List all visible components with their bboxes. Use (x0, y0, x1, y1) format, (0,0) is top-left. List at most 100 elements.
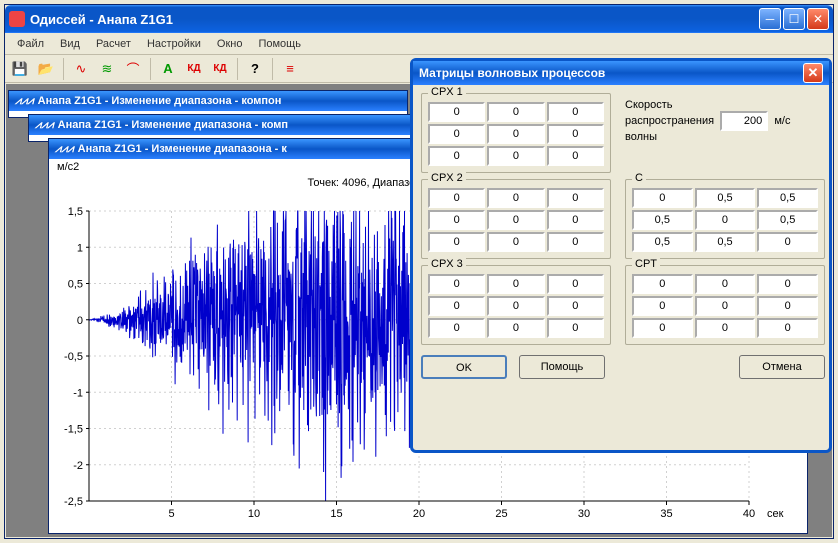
matrix-cell[interactable]: 0 (632, 318, 693, 338)
matrix-cell[interactable]: 0 (632, 296, 693, 316)
x-unit-label: сек (767, 508, 784, 520)
child-title-1[interactable]: ⩘⩘⩘ Анапа Z1G1 - Изменение диапазона - к… (9, 91, 407, 111)
curve-icon[interactable]: ⌒ (122, 58, 144, 80)
c-label: C (632, 172, 646, 184)
matrix-cell[interactable]: 0,5 (632, 210, 693, 230)
matrix-cpx2: CPX 2 000000000 (421, 179, 611, 259)
help-icon[interactable]: ? (244, 58, 266, 80)
dialog-close-button[interactable]: ✕ (803, 63, 823, 83)
matrix-cell[interactable]: 0 (428, 296, 485, 316)
cpx3-label: CPX 3 (428, 258, 466, 270)
matrix-cell[interactable]: 0 (428, 146, 485, 166)
matrix-cell[interactable]: 0 (547, 318, 604, 338)
menu-help[interactable]: Помощь (250, 36, 309, 52)
matrix-cell[interactable]: 0,5 (757, 188, 818, 208)
matrix-cell[interactable]: 0 (428, 188, 485, 208)
wave2-icon[interactable]: ≋ (96, 58, 118, 80)
matrix-cell[interactable]: 0,5 (695, 232, 756, 252)
titlebar[interactable]: Одиссей - Анапа Z1G1 ─ ☐ ✕ (5, 5, 833, 33)
matrix-cell[interactable]: 0 (487, 318, 544, 338)
matrix-cell[interactable]: 0 (487, 296, 544, 316)
matrix-cell[interactable]: 0 (695, 318, 756, 338)
svg-text:20: 20 (413, 508, 425, 520)
svg-text:-0,5: -0,5 (64, 351, 83, 363)
child-title-text-1: Анапа Z1G1 - Изменение диапазона - компо… (38, 95, 282, 107)
matrix-cell[interactable]: 0 (487, 124, 544, 144)
matrix-cell[interactable]: 0 (547, 188, 604, 208)
a-button[interactable]: А (157, 58, 179, 80)
svg-text:25: 25 (495, 508, 507, 520)
matrix-cell[interactable]: 0 (487, 210, 544, 230)
matrix-cell[interactable]: 0 (547, 102, 604, 122)
matrix-cell[interactable]: 0 (547, 296, 604, 316)
svg-text:30: 30 (578, 508, 590, 520)
cancel-button[interactable]: Отмена (739, 355, 825, 379)
open-icon[interactable]: 📂 (35, 58, 57, 80)
child-title-2[interactable]: ⩘⩘⩘ Анапа Z1G1 - Изменение диапазона - к… (29, 115, 417, 135)
separator (150, 58, 151, 80)
matrix-cell[interactable]: 0 (757, 318, 818, 338)
matrix-cell[interactable]: 0 (547, 124, 604, 144)
svg-text:1: 1 (77, 242, 83, 254)
kd2-button[interactable]: КД (209, 58, 231, 80)
help-button[interactable]: Помощь (519, 355, 605, 379)
cpt-grid: 000000000 (632, 274, 818, 338)
matrix-cell[interactable]: 0 (428, 274, 485, 294)
cpx3-grid: 000000000 (428, 274, 604, 338)
svg-text:40: 40 (743, 508, 755, 520)
matrix-cell[interactable]: 0 (547, 274, 604, 294)
matrix-cell[interactable]: 0 (487, 188, 544, 208)
matrix-cell[interactable]: 0 (428, 318, 485, 338)
separator (272, 58, 273, 80)
matrix-cell[interactable]: 0 (695, 210, 756, 230)
matrix-c: C 00,50,50,500,50,50,50 (625, 179, 825, 259)
cpx1-grid: 000000000 (428, 102, 604, 166)
matrix-cell[interactable]: 0 (695, 274, 756, 294)
maximize-button[interactable]: ☐ (783, 8, 805, 30)
matrix-cpt: CPT 000000000 (625, 265, 825, 345)
matrix-cell[interactable]: 0 (487, 146, 544, 166)
matrix-cell[interactable]: 0 (757, 274, 818, 294)
matrix-cell[interactable]: 0 (428, 102, 485, 122)
matrix-cell[interactable]: 0 (547, 146, 604, 166)
svg-text:0: 0 (77, 315, 83, 327)
matrix-cell[interactable]: 0 (757, 296, 818, 316)
menu-file[interactable]: Файл (9, 36, 52, 52)
matrix-cell[interactable]: 0,5 (695, 188, 756, 208)
matrix-dialog[interactable]: Матрицы волновых процессов ✕ CPX 1 00000… (410, 58, 832, 453)
cpt-label: CPT (632, 258, 660, 270)
app-icon (9, 11, 25, 27)
minimize-button[interactable]: ─ (759, 8, 781, 30)
svg-text:-2: -2 (73, 460, 83, 472)
matrix-cell[interactable]: 0 (757, 232, 818, 252)
matrix-cell[interactable]: 0 (547, 210, 604, 230)
close-button[interactable]: ✕ (807, 8, 829, 30)
menu-settings[interactable]: Настройки (139, 36, 209, 52)
matrix-cell[interactable]: 0 (632, 274, 693, 294)
svg-text:-1,5: -1,5 (64, 424, 83, 436)
matrix-cell[interactable]: 0,5 (632, 232, 693, 252)
matrix-cell[interactable]: 0 (487, 232, 544, 252)
velocity-input[interactable]: 200 (720, 111, 768, 131)
wave1-icon[interactable]: ∿ (70, 58, 92, 80)
kd1-button[interactable]: КД (183, 58, 205, 80)
ok-button[interactable]: OK (421, 355, 507, 379)
matrix-cell[interactable]: 0,5 (757, 210, 818, 230)
matrix-cpx3: CPX 3 000000000 (421, 265, 611, 345)
menu-window[interactable]: Окно (209, 36, 251, 52)
vel-label-2: распространения (625, 115, 714, 127)
matrix-cell[interactable]: 0 (428, 124, 485, 144)
matrix-cell[interactable]: 0 (487, 102, 544, 122)
cpx2-label: CPX 2 (428, 172, 466, 184)
matrix-cell[interactable]: 0 (547, 232, 604, 252)
matrix-cell[interactable]: 0 (428, 232, 485, 252)
matrix-cell[interactable]: 0 (632, 188, 693, 208)
menu-view[interactable]: Вид (52, 36, 88, 52)
save-icon[interactable]: 💾 (9, 58, 31, 80)
menu-calc[interactable]: Расчет (88, 36, 139, 52)
matrix-cell[interactable]: 0 (695, 296, 756, 316)
matrix-cell[interactable]: 0 (487, 274, 544, 294)
wave3-icon[interactable]: ≡ (279, 58, 301, 80)
dialog-titlebar[interactable]: Матрицы волновых процессов ✕ (413, 61, 829, 85)
matrix-cell[interactable]: 0 (428, 210, 485, 230)
